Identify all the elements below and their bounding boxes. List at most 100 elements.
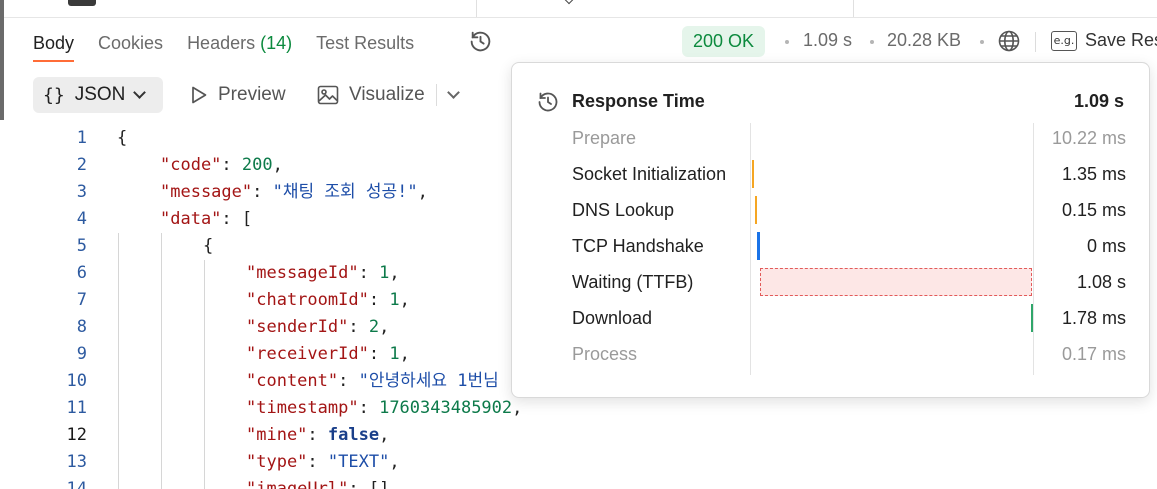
preview-label: Preview <box>218 84 286 105</box>
code-token: "code" <box>160 155 222 175</box>
code-token: "mine" <box>246 425 308 445</box>
divider <box>476 0 477 17</box>
code-token: : <box>358 263 380 283</box>
code-token: "content" <box>246 371 339 391</box>
timing-row: Download 1.78 ms <box>572 300 1126 336</box>
code-token: : <box>368 290 390 310</box>
code-token: "message" <box>160 182 253 202</box>
preview-button[interactable]: Preview <box>190 82 286 108</box>
code-token: 1760343485902 <box>379 398 513 418</box>
tab-headers-label: Headers <box>187 32 261 53</box>
code-token: { <box>203 236 214 256</box>
timing-bar <box>1031 304 1033 332</box>
code-text: "type": "TEXT", <box>246 449 400 476</box>
line-number: 8 <box>76 317 87 337</box>
line-number: 11 <box>66 398 87 418</box>
timing-value: 0 ms <box>1086 236 1126 256</box>
code-token: , <box>272 155 283 175</box>
code-token: 1 <box>389 344 400 364</box>
code-token: : <box>307 452 328 472</box>
timing-label: Socket Initialization <box>572 164 727 184</box>
window-scrollbar[interactable] <box>0 0 4 120</box>
chevron-down-icon[interactable] <box>564 0 574 5</box>
code-text: "code": 200, <box>160 152 283 179</box>
headers-count-badge: (14) <box>260 32 293 53</box>
timing-bar <box>760 268 1032 296</box>
history-icon[interactable] <box>468 29 493 54</box>
code-token: "senderId" <box>246 317 349 337</box>
code-token: : <box>221 155 242 175</box>
tab-headers[interactable]: Headers (14) <box>187 33 292 54</box>
code-text: "mine": false, <box>246 422 389 449</box>
timing-bar <box>757 232 760 260</box>
timing-label: Prepare <box>572 128 637 148</box>
save-example-icon[interactable]: e.g. <box>1051 31 1077 51</box>
code-token: , <box>379 317 390 337</box>
timing-value: 1.78 ms <box>1061 308 1126 328</box>
code-token: "채팅 조회 성공!" <box>272 182 418 202</box>
timing-value: 1.35 ms <box>1061 164 1126 184</box>
code-token: : <box>358 398 380 418</box>
response-size-value[interactable]: 20.28 KB <box>887 30 961 51</box>
timing-bar <box>755 196 757 224</box>
timing-row: DNS Lookup 0.15 ms <box>572 192 1126 228</box>
globe-icon[interactable] <box>997 29 1021 53</box>
tab-body[interactable]: Body <box>33 33 75 62</box>
code-token: , <box>379 425 390 445</box>
response-time-value[interactable]: 1.09 s <box>803 30 852 51</box>
code-token: : <box>338 371 359 391</box>
response-time-popover: Response Time 1.09 s Prepare 10.22 ms Sock… <box>511 62 1150 398</box>
code-text: "imageUrl": [] <box>246 476 389 489</box>
timing-label: TCP Handshake <box>572 236 704 256</box>
code-token: 1 <box>389 290 400 310</box>
code-text: "timestamp": 1760343485902, <box>246 395 522 422</box>
line-number: 3 <box>76 182 87 202</box>
tab-indicator-chip <box>68 0 96 6</box>
code-token: : [ <box>221 209 253 229</box>
code-text: "senderId": 2, <box>246 314 389 341</box>
code-token: "type" <box>246 452 308 472</box>
timing-row: Process 0.17 ms <box>572 336 1126 372</box>
timing-label: Download <box>572 308 653 328</box>
code-token: { <box>117 128 128 148</box>
code-token: : <box>307 425 328 445</box>
timing-value: 0.15 ms <box>1061 200 1126 220</box>
divider <box>436 84 437 106</box>
status-badge[interactable]: 200 OK <box>682 26 766 57</box>
image-icon <box>317 85 339 105</box>
line-number: 12 <box>66 425 87 445</box>
response-tabs: Body Cookies Headers (14) Test Results <box>33 28 438 62</box>
timing-value: 0.17 ms <box>1061 344 1126 364</box>
code-token: , <box>389 263 400 283</box>
play-icon <box>192 86 207 104</box>
line-number: 1 <box>76 128 87 148</box>
save-response-button[interactable]: Save Res <box>1085 30 1157 51</box>
tab-cookies[interactable]: Cookies <box>98 33 163 54</box>
code-token: "chatroomId" <box>246 290 369 310</box>
line-number: 10 <box>66 371 87 391</box>
timing-label: Process <box>572 344 638 364</box>
tab-test-results[interactable]: Test Results <box>316 33 414 54</box>
chevron-down-icon[interactable] <box>447 86 460 99</box>
code-token: , <box>389 452 400 472</box>
response-time-total: 1.09 s <box>1073 91 1124 111</box>
timing-bar <box>752 160 754 188</box>
line-number: 13 <box>66 452 87 472</box>
timing-label: Waiting (TTFB) <box>572 272 694 292</box>
code-token: , <box>417 182 428 202</box>
visualize-button[interactable]: Visualize <box>317 82 425 108</box>
code-token: : <box>252 182 273 202</box>
indent-guide <box>204 260 205 489</box>
format-select[interactable]: {} JSON <box>33 77 163 113</box>
chevron-down-icon <box>133 86 147 99</box>
code-text: "messageId": 1, <box>246 260 400 287</box>
code-token: : <box>368 344 390 364</box>
code-token: "timestamp" <box>246 398 359 418</box>
line-number: 4 <box>76 209 87 229</box>
timing-row: Socket Initialization 1.35 ms <box>572 156 1126 192</box>
code-token: "안녕하세요 1번님 <box>358 371 499 391</box>
line-number: 14 <box>66 479 87 489</box>
clock-icon <box>538 92 558 112</box>
code-text: { <box>203 233 213 260</box>
divider <box>853 0 854 17</box>
